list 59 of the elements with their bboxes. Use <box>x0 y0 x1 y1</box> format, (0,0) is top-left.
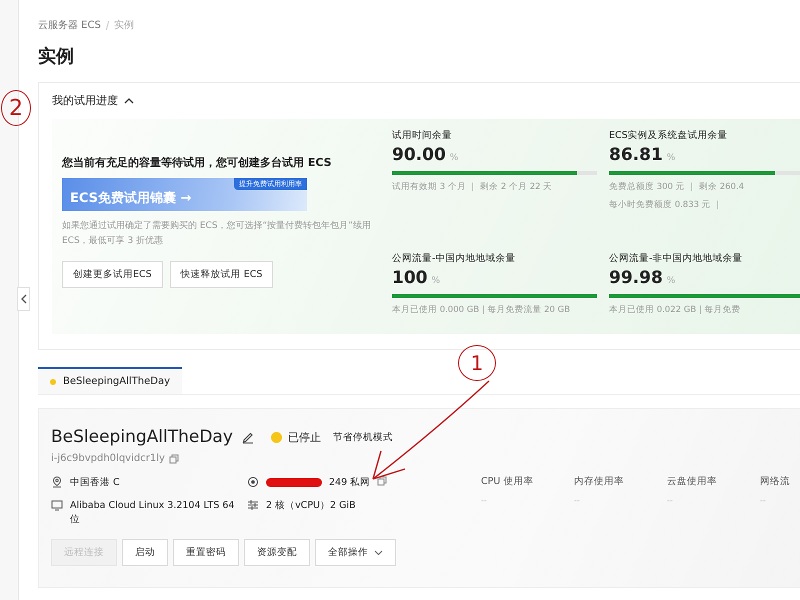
metric-unit: % <box>666 276 676 286</box>
usage-label: 云盘使用率 <box>667 475 718 488</box>
metric-label: 公网流量-非中国内地地域余量 <box>609 252 744 264</box>
metric-value: 100 <box>392 268 428 288</box>
copy-icon[interactable] <box>377 476 388 486</box>
usage-label: CPU 使用率 <box>481 475 534 488</box>
instance-name: BeSleepingAllTheDay <box>51 427 233 447</box>
metric-value: 99.98 <box>609 268 663 288</box>
trial-action-button[interactable]: 创建更多试用ECS <box>62 261 163 288</box>
metric-value: 86.81 <box>609 145 663 165</box>
metric-value: 90.00 <box>392 145 446 165</box>
usage-label: 网络流 <box>760 475 791 488</box>
all-actions-dropdown[interactable]: 全部操作 <box>315 539 396 566</box>
copy-icon[interactable] <box>168 454 179 464</box>
breadcrumb-link[interactable]: 云服务器 ECS <box>38 18 101 32</box>
chevron-down-icon <box>374 550 383 556</box>
instance-id: i-j6c9bvpdh0lqvidcr1ly <box>51 453 165 464</box>
target-icon <box>247 476 259 488</box>
metric-unit: % <box>450 153 458 163</box>
handwritten-number: 1 <box>458 345 496 381</box>
usage-value: -- <box>667 496 674 505</box>
spec-icon <box>247 499 259 511</box>
metric-unit: % <box>666 153 676 163</box>
metric-unit: % <box>432 276 440 286</box>
metric-note: 本月已使用 0.022 GB | 每月免费 <box>609 304 742 316</box>
trial-action-button[interactable]: 快速释放试用 ECS <box>170 261 274 288</box>
region-text: 中国香港 C <box>70 476 120 489</box>
usage-value: -- <box>574 496 581 505</box>
action-button[interactable]: 资源变配 <box>244 539 310 566</box>
os-text: Alibaba Cloud Linux 3.2104 LTS 64 位 <box>70 499 236 527</box>
action-button[interactable]: 启动 <box>122 539 168 566</box>
handwritten-number: 2 <box>1 90 31 126</box>
action-button[interactable]: 重置密码 <box>173 539 239 566</box>
metric-note: 每小时免费额度 0.833 元 ｜ <box>609 199 724 211</box>
page-title: 实例 <box>38 45 75 68</box>
usage-value: -- <box>481 496 488 505</box>
metric-label: ECS实例及系统盘试用余量 <box>609 129 729 142</box>
metric-note: 免费总额度 300 元 ｜ 剩余 260.4 <box>609 181 746 193</box>
trial-toggle[interactable]: 我的试用进度 <box>52 93 134 108</box>
mode-label: 节省停机模式 <box>332 430 393 444</box>
metric-note: 试用有效期 3 个月 ｜ 剩余 2 个月 22 天 <box>392 181 554 193</box>
pencil-icon[interactable] <box>240 430 255 444</box>
chevron-icon <box>124 96 134 104</box>
location-pin-icon <box>51 476 63 488</box>
usage-value: -- <box>760 496 767 505</box>
collapse-button[interactable] <box>17 287 30 311</box>
chevron-left-icon <box>20 294 28 304</box>
status-label: 已停止 <box>288 430 321 444</box>
promo-description: 如果您通过试用确定了需要购买的 ECS，您可选择“按量付费转包年包月”续用 ECS，最低可享 3 折优惠 <box>62 220 372 248</box>
metric-label: 公网流量-中国内地地域余量 <box>392 252 516 264</box>
usage-label: 内存使用率 <box>574 475 625 488</box>
ip-address: 249 私网 <box>329 476 370 489</box>
spec-text: 2 核（vCPU）2 GiB <box>266 499 356 512</box>
banner-title: ECS免费试用锦囊 → <box>70 190 192 207</box>
metric-label: 试用时间余量 <box>392 129 453 142</box>
metric-note: 本月已使用 0.000 GB | 每月免费流量 20 GB <box>392 304 572 316</box>
monitor-icon <box>51 499 63 511</box>
promo-title: 您当前有充足的容量等待试用，您可创建多台试用 ECS <box>62 155 333 170</box>
instance-tab[interactable]: BeSleepingAllTheDay <box>38 367 182 394</box>
